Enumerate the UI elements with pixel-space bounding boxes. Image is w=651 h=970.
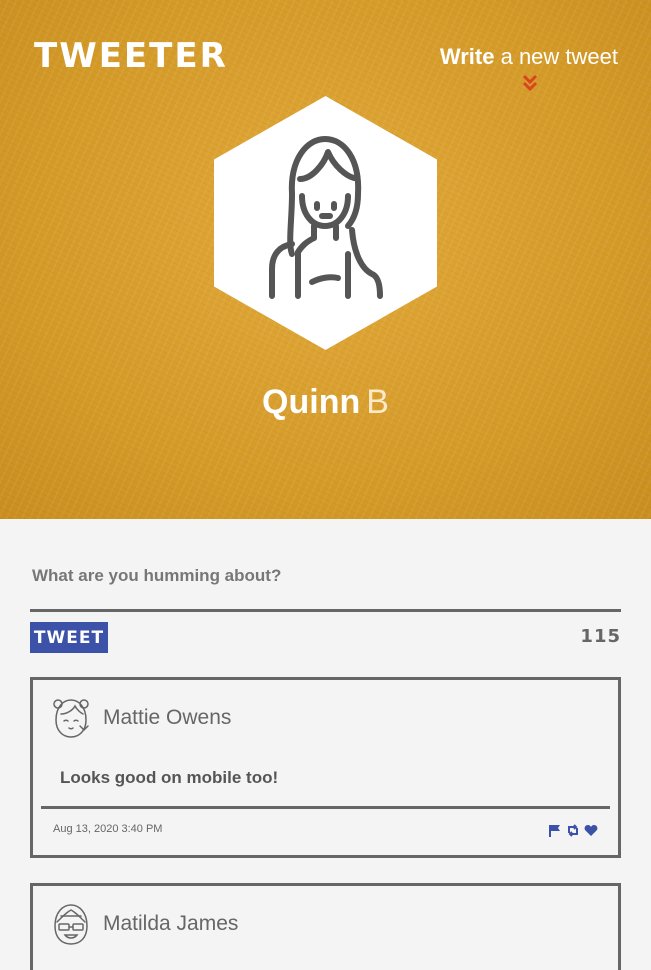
character-count: 115 <box>580 626 621 647</box>
tweet-composer-input[interactable]: What are you humming about? <box>32 566 281 586</box>
flag-icon[interactable] <box>548 822 562 837</box>
write-new-tweet-link[interactable]: Write a new tweet <box>440 44 618 70</box>
girl-with-glasses-avatar-icon <box>54 904 88 945</box>
tweet-actions <box>548 822 598 837</box>
tweet-card: Matilda James <box>30 883 621 970</box>
tweet-card: Mattie Owens Looks good on mobile too! A… <box>30 677 621 858</box>
heart-icon[interactable] <box>584 822 598 836</box>
brand-logo[interactable]: Tweeter <box>34 36 228 76</box>
write-link-light: a new tweet <box>500 44 618 69</box>
tweet-divider <box>41 806 610 809</box>
write-link-strong: Write <box>439 44 495 69</box>
profile-name: Quinn B <box>0 383 651 422</box>
retweet-icon[interactable] <box>566 822 580 837</box>
composer-underline <box>30 609 621 612</box>
tweet-text: Looks good on mobile too! <box>60 768 279 787</box>
tweet-date: Aug 13, 2020 3:40 PM <box>53 823 163 835</box>
tweet-button[interactable]: Tweet <box>30 622 108 653</box>
profile-last-name: B <box>366 383 389 421</box>
double-chevron-down-icon[interactable] <box>522 74 538 92</box>
profile-header: Tweeter Write a new tweet Quinn B <box>0 0 651 519</box>
woman-avatar-icon <box>269 136 383 299</box>
tweet-author[interactable]: Mattie Owens <box>103 706 231 730</box>
tweet-author[interactable]: Matilda James <box>103 912 238 936</box>
profile-first-name: Quinn <box>262 383 361 421</box>
girl-avatar-icon <box>53 699 89 738</box>
